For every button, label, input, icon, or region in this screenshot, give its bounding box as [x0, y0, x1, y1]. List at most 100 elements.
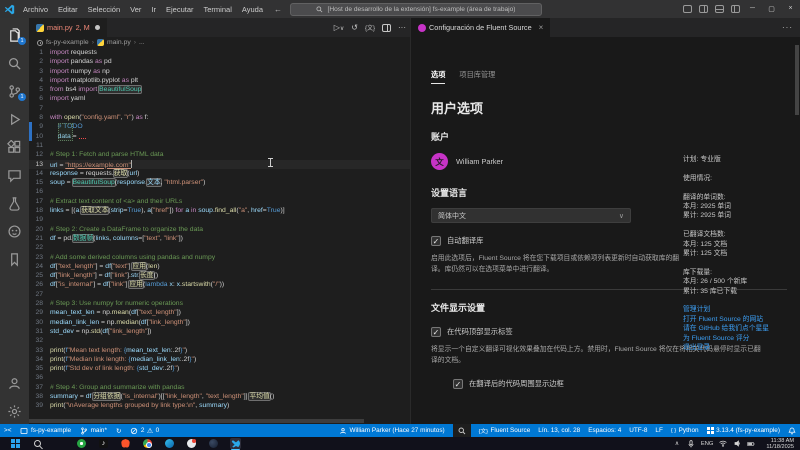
sync-icon[interactable]: ↻: [116, 427, 121, 435]
battery-icon[interactable]: [747, 441, 756, 447]
close-tab-icon[interactable]: ×: [539, 23, 544, 32]
fluent-link[interactable]: 请在 GitHub 给我们点个星星: [683, 324, 800, 334]
code-line-8[interactable]: 8 with open("config.yaml", "r") as f:: [29, 113, 410, 122]
checkbox-checked-icon[interactable]: ✓: [453, 379, 463, 390]
activity-explorer-icon[interactable]: 1: [0, 22, 29, 48]
close-button[interactable]: ×: [781, 5, 800, 13]
code-line-35[interactable]: 35 print(f"Std dev of link length: {std_d…: [29, 364, 410, 373]
run-button[interactable]: ▷∨: [334, 23, 345, 32]
menu-ayuda[interactable]: Ayuda: [237, 5, 268, 14]
code-line-14[interactable]: 14 response = requests.获取(url): [29, 169, 410, 178]
history-icon[interactable]: ↺: [351, 23, 358, 32]
activity-search-icon[interactable]: [0, 50, 29, 76]
activity-run-debug-icon[interactable]: [0, 106, 29, 132]
fluent-status[interactable]: {文} Fluent Source: [479, 427, 531, 435]
code-line-13[interactable]: 13 url = "https://example.com": [29, 159, 410, 169]
eol-indicator[interactable]: LF: [655, 427, 662, 434]
taskbar-app-explorer[interactable]: [54, 438, 65, 449]
code-line-10[interactable]: 10 data =: [29, 131, 410, 141]
code-line-21[interactable]: 21 df = pd.数据帧(links, columns=["text", "l…: [29, 234, 410, 243]
code-line-1[interactable]: 1 import requests: [29, 48, 410, 57]
toggle-sidebar-icon[interactable]: [731, 5, 740, 13]
indentation-indicator[interactable]: Espacios: 4: [588, 427, 621, 434]
nav-back-icon[interactable]: ←: [274, 5, 282, 14]
volume-icon[interactable]: [733, 440, 741, 447]
activity-settings-icon[interactable]: [0, 398, 29, 424]
minimize-button[interactable]: ─: [743, 5, 762, 13]
tab-fluent-settings[interactable]: Configuración de Fluent Source ×: [411, 18, 552, 37]
menu-selección[interactable]: Selección: [83, 5, 126, 14]
git-branch-indicator[interactable]: main*: [80, 427, 107, 435]
menu-ver[interactable]: Ver: [125, 5, 146, 14]
checkbox-checked-icon[interactable]: ✓: [431, 236, 441, 246]
microphone-icon[interactable]: [687, 439, 695, 448]
python-interpreter[interactable]: 3.13.4 (fs-py-example): [706, 427, 780, 434]
screencast-zoom-indicator[interactable]: [452, 424, 471, 437]
taskbar-clock[interactable]: 11:38 AM 11/18/2025: [766, 438, 794, 450]
more-actions-icon[interactable]: ···: [782, 23, 793, 32]
command-center[interactable]: [Host de desarrollo de la extensión] fs-…: [290, 2, 542, 16]
encoding-indicator[interactable]: UTF-8: [629, 427, 647, 434]
menu-archivo[interactable]: Archivo: [18, 5, 53, 14]
fluent-link[interactable]: 管理计划: [683, 305, 800, 315]
code-line-36[interactable]: 36: [29, 373, 410, 382]
taskbar-app-steam[interactable]: [208, 438, 219, 449]
more-actions-icon[interactable]: ···: [398, 23, 406, 32]
taskbar-app-edge[interactable]: [164, 438, 175, 449]
code-line-31[interactable]: 31 std_dev = np.std(df["link_length"]): [29, 327, 410, 336]
taskbar-app-brave[interactable]: [120, 438, 131, 449]
settings-tab-options[interactable]: 选项: [431, 70, 446, 84]
menu-terminal[interactable]: Terminal: [199, 5, 237, 14]
code-line-38[interactable]: 38 summary = df.分组依据("is_internal")[["lin…: [29, 392, 410, 401]
code-line-9[interactable]: 9 # TODO: [29, 122, 410, 132]
code-line-23[interactable]: 23 # Add some derived columns using panda…: [29, 253, 410, 262]
cursor-position[interactable]: Lín. 13, col. 28: [538, 427, 580, 434]
language-indicator[interactable]: ENG: [701, 441, 714, 447]
code-line-33[interactable]: 33 print(f"Mean text length: {mean_text_l…: [29, 346, 410, 355]
code-line-5[interactable]: 5 from bs4 import BeautifulSoup: [29, 85, 410, 94]
code-line-20[interactable]: 20 # Step 2: Create a DataFrame to organi…: [29, 225, 410, 234]
code-line-18[interactable]: 18 links = [(a.获取文本(strip=True), a["href"…: [29, 206, 410, 215]
code-line-24[interactable]: 24 df["text_length"] = df["text"].应用(len): [29, 262, 410, 271]
tab-main-py[interactable]: main.py 2, M: [29, 18, 108, 37]
remote-indicator[interactable]: ><: [4, 427, 11, 434]
code-line-22[interactable]: 22: [29, 243, 410, 252]
toggle-panel-icon[interactable]: [683, 5, 692, 13]
activity-source-control-icon[interactable]: 1: [0, 78, 29, 104]
activity-bookmarks-icon[interactable]: [0, 246, 29, 272]
code-line-7[interactable]: 7: [29, 104, 410, 113]
code-line-32[interactable]: 32: [29, 336, 410, 345]
code-line-17[interactable]: 17 # Extract text content of <a> and thei…: [29, 197, 410, 206]
code-line-11[interactable]: 11: [29, 141, 410, 150]
language-select[interactable]: 简体中文 ∨: [431, 208, 631, 223]
taskbar-app-maps[interactable]: [186, 438, 197, 449]
account-status[interactable]: William Parker (Hace 27 minutos): [339, 427, 445, 435]
split-editor-icon[interactable]: [382, 23, 391, 32]
menu-ejecutar[interactable]: Ejecutar: [161, 5, 199, 14]
code-line-30[interactable]: 30 median_link_len = np.median(df["link_l…: [29, 318, 410, 327]
workspace-indicator[interactable]: fs-py-example: [20, 427, 71, 435]
code-line-28[interactable]: 28 # Step 3: Use numpy for numeric operat…: [29, 299, 410, 308]
toggle-bottom-panel-icon[interactable]: [715, 5, 724, 13]
fluent-translate-icon[interactable]: {文}: [365, 23, 375, 32]
show-border-checkbox-row[interactable]: ✓ 在翻译后的代码周围显示边框: [453, 379, 786, 390]
code-line-26[interactable]: 26 df["is_internal"] = df["link"].应用(lamb…: [29, 280, 410, 289]
horizontal-scrollbar[interactable]: [29, 419, 365, 423]
code-line-19[interactable]: 19: [29, 215, 410, 224]
taskbar-app-vscode[interactable]: [230, 438, 241, 449]
code-line-37[interactable]: 37 # Step 4: Group and summarize with pan…: [29, 383, 410, 392]
notifications-bell[interactable]: [788, 427, 796, 435]
settings-tab-libraries[interactable]: 项目库管理: [459, 70, 495, 84]
vertical-scrollbar[interactable]: [795, 45, 799, 115]
code-line-39[interactable]: 39 print("\nAverage lengths grouped by li…: [29, 401, 410, 410]
taskbar-app-chrome[interactable]: [142, 438, 153, 449]
split-editor-icon[interactable]: [699, 5, 708, 13]
language-mode[interactable]: { } Python: [671, 427, 699, 434]
checkbox-checked-icon[interactable]: ✓: [431, 327, 441, 338]
code-line-34[interactable]: 34 print(f"Median link length: {median_li…: [29, 355, 410, 364]
activity-account-icon[interactable]: [0, 370, 29, 396]
maximize-button[interactable]: ▢: [762, 5, 781, 13]
menu-ir[interactable]: Ir: [146, 5, 161, 14]
code-line-6[interactable]: 6 import yaml: [29, 94, 410, 103]
code-line-29[interactable]: 29 mean_text_len = np.mean(df["text_lengt…: [29, 308, 410, 317]
